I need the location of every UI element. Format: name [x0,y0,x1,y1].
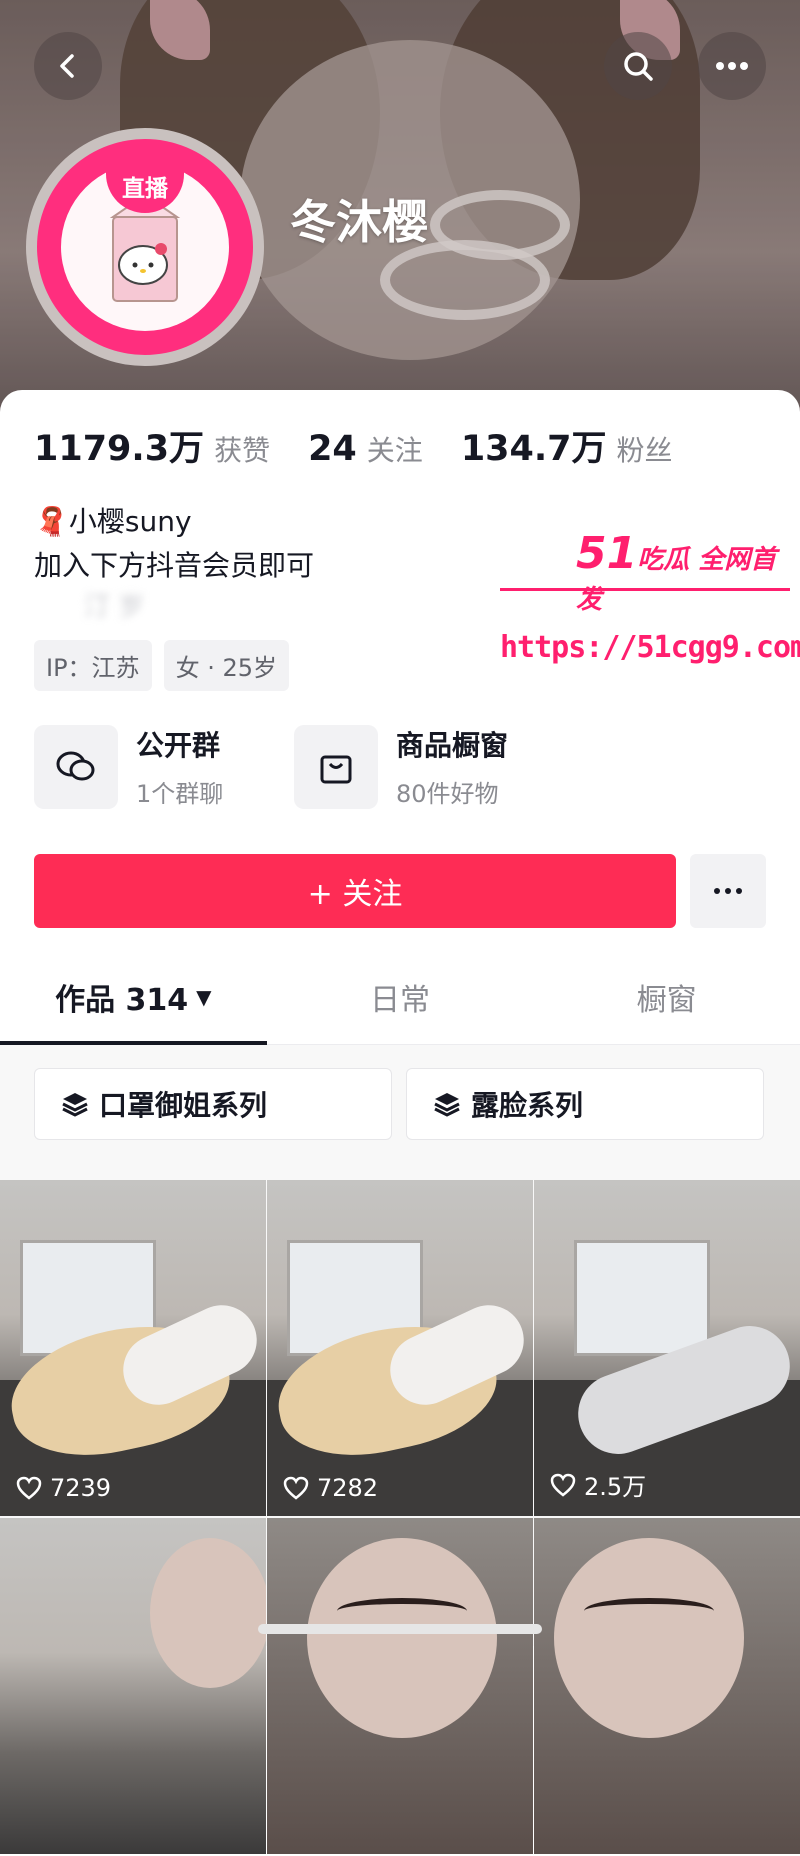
stat-followers[interactable]: 134.7万 粉丝 [461,420,673,471]
tab-shop[interactable]: 橱窗 [533,950,800,1044]
search-icon [624,52,653,81]
follow-more-button[interactable] [690,854,766,928]
layers-icon [434,1093,460,1117]
public-group-entry[interactable]: 公开群 1个群聊 [34,724,294,809]
bio-blurred-line: 汀 岁 [84,592,145,622]
follow-button[interactable]: + 关注 [34,854,676,928]
video-thumbnail[interactable] [0,1518,266,1854]
profile-tags: IP：江苏 女 · 25岁 [34,640,301,691]
stats-row: 1179.3万 获赞 24 关注 134.7万 粉丝 [34,420,711,471]
bio: 🧣小樱suny 加入下方抖音会员即可 [34,500,314,588]
video-thumbnail[interactable]: 2.5万 [534,1180,800,1516]
more-options-button[interactable] [698,32,766,100]
collection-mask-series[interactable]: 口罩御姐系列 [34,1068,392,1140]
video-thumbnail[interactable]: 7239 [0,1180,266,1516]
video-thumbnail[interactable] [267,1518,533,1854]
caret-down-icon: ▼ [196,985,212,1009]
shop-window-entry[interactable]: 商品橱窗 80件好物 [294,724,554,809]
heart-icon [550,1473,576,1497]
tab-works[interactable]: 作品 314 ▼ [0,950,267,1045]
search-button[interactable] [604,32,672,100]
scarf-icon: 🧣 [34,505,69,538]
feature-entries: 公开群 1个群聊 商品橱窗 80件好物 [34,724,554,809]
stat-following[interactable]: 24 关注 [308,429,423,469]
like-count: 2.5万 [550,1467,646,1502]
collections: 口罩御姐系列 露脸系列 [34,1068,778,1140]
video-thumbnail[interactable]: 7282 [267,1180,533,1516]
layers-icon [62,1093,88,1117]
ellipsis-icon [716,62,748,70]
heart-icon [283,1476,309,1500]
profile-name: 冬沐樱 [290,195,428,249]
home-indicator [258,1624,542,1634]
content-tabs: 作品 314 ▼ 日常 橱窗 [0,950,800,1045]
avatar[interactable]: 直播 [26,128,264,366]
chevron-left-icon [60,54,74,78]
watermark: 51吃瓜 全网首发 https://51cgg9.com [500,528,800,665]
bio-line: 加入下方抖音会员即可 [34,549,315,582]
like-count: 7239 [16,1474,111,1502]
ellipsis-icon [714,888,742,894]
heart-icon [16,1476,42,1500]
action-row: + 关注 [34,854,766,928]
back-button[interactable] [34,32,102,100]
like-count: 7282 [283,1474,378,1502]
bio-line: 🧣小樱suny [34,505,192,538]
gender-age-tag: 女 · 25岁 [163,640,289,691]
watermark-number: 51 [576,528,638,579]
video-grid: 7239 7282 2.5万 [0,1180,800,1856]
tab-daily[interactable]: 日常 [267,950,534,1044]
video-thumbnail[interactable] [534,1518,800,1854]
ip-tag: IP：江苏 [34,640,152,691]
shopping-bag-icon [320,755,352,783]
stat-likes[interactable]: 1179.3万 获赞 [34,420,270,471]
watermark-url: https://51cgg9.com [500,630,800,665]
chat-bubbles-icon [56,751,95,780]
collection-face-series[interactable]: 露脸系列 [406,1068,764,1140]
